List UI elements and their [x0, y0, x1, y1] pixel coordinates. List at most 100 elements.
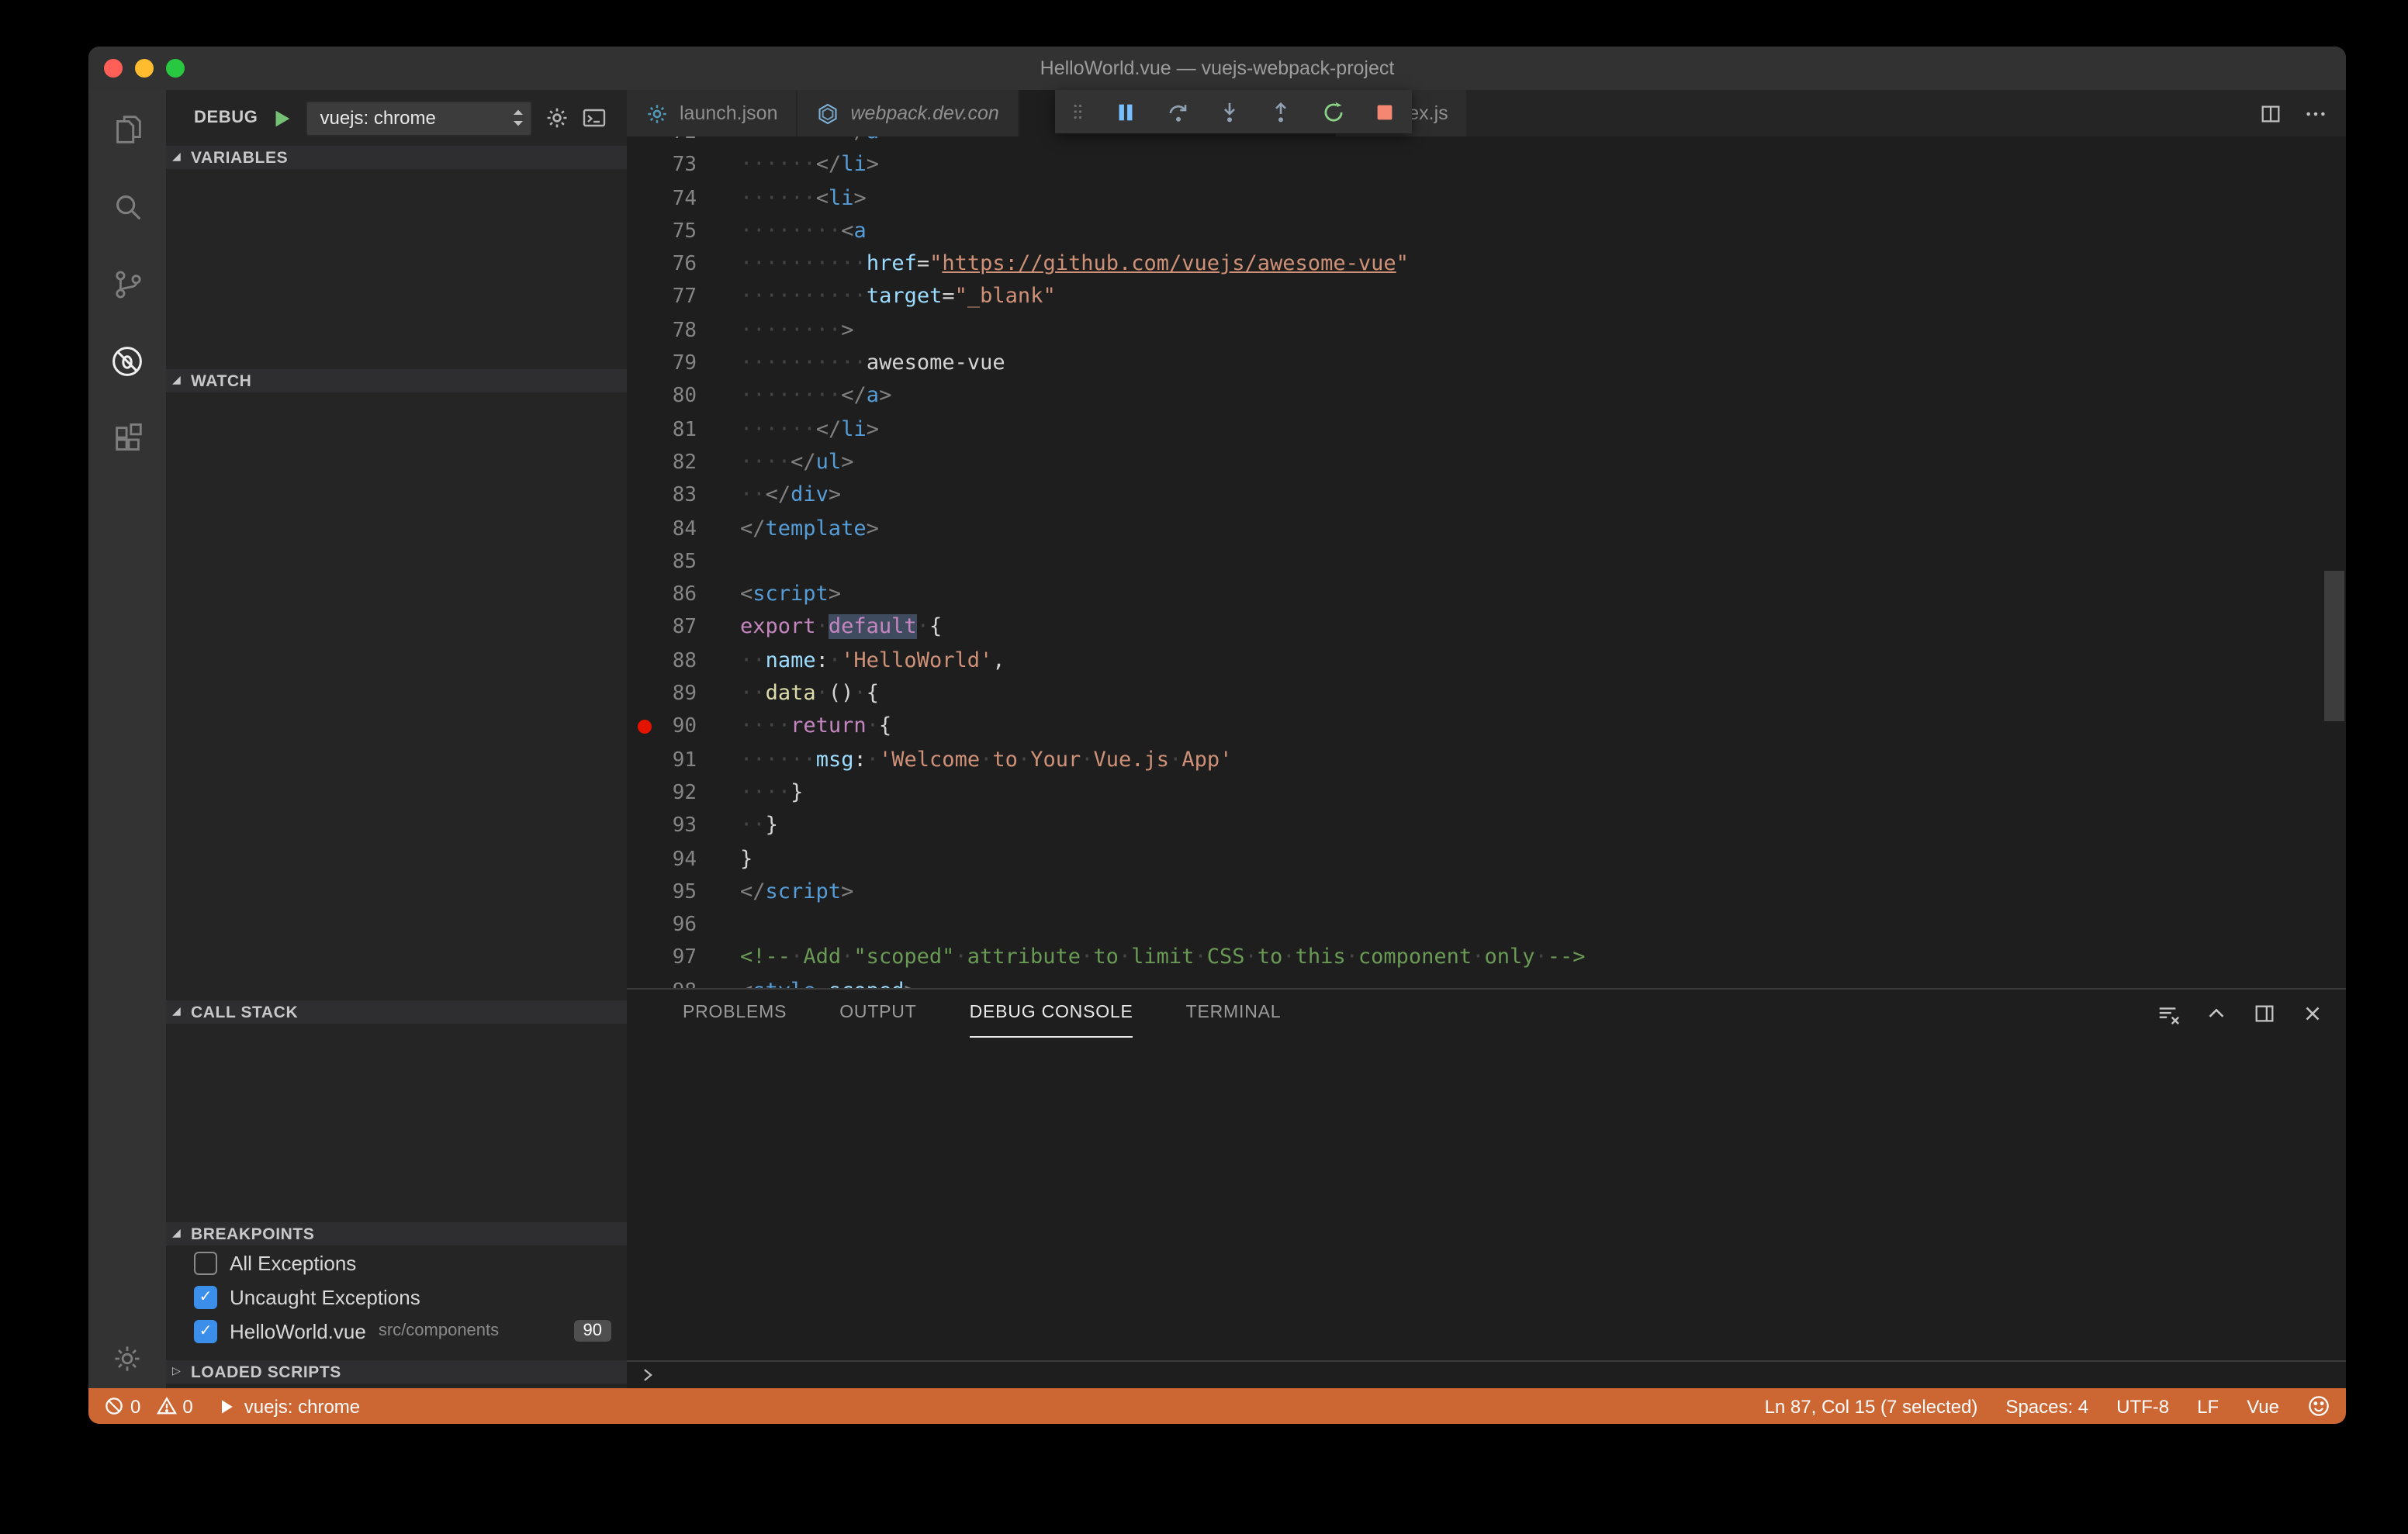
breakpoint-item[interactable]: ✓ Uncaught Exceptions — [166, 1280, 627, 1314]
problems-indicator[interactable]: 0 0 — [104, 1395, 193, 1417]
step-over-icon[interactable] — [1166, 100, 1189, 123]
breakpoint-checkbox[interactable]: ✓ — [194, 1285, 217, 1308]
debug-console-output[interactable] — [627, 1038, 2346, 1362]
line-number[interactable]: 88 — [627, 645, 697, 679]
panel-tab-debug-console[interactable]: DEBUG CONSOLE — [969, 990, 1133, 1038]
cursor-position[interactable]: Ln 87, Col 15 (7 selected) — [1765, 1395, 1978, 1417]
maximize-panel-icon[interactable] — [2205, 1002, 2228, 1025]
loaded-scripts-section-header[interactable]: ▷ LOADED SCRIPTS — [166, 1360, 627, 1384]
code-text[interactable]: </script> — [697, 876, 853, 910]
launch-configuration-dropdown[interactable]: vuejs: chrome — [306, 100, 533, 136]
code-text[interactable]: ····</ul> — [697, 447, 853, 480]
line-number[interactable]: 94 — [627, 843, 697, 876]
tab-launch-json[interactable]: launch.json — [627, 90, 798, 136]
code-text[interactable]: ··········target="_blank" — [697, 282, 1056, 315]
code-text[interactable]: <script> — [697, 579, 841, 612]
code-text[interactable]: ··data·()·{ — [697, 678, 879, 711]
code-text[interactable]: } — [697, 843, 752, 876]
code-text[interactable]: ··········awesome-vue — [697, 347, 1005, 381]
code-text[interactable] — [697, 546, 740, 579]
line-number[interactable]: 84 — [627, 513, 697, 546]
breakpoint-dot[interactable] — [638, 720, 652, 734]
breakpoint-checkbox[interactable]: ✓ — [194, 1319, 217, 1342]
stop-icon[interactable] — [1373, 100, 1396, 123]
pause-icon[interactable] — [1115, 100, 1138, 123]
step-into-icon[interactable] — [1218, 100, 1241, 123]
line-number[interactable]: 85 — [627, 546, 697, 579]
language-mode[interactable]: Vue — [2247, 1395, 2279, 1417]
search-icon[interactable] — [88, 168, 166, 245]
code-text[interactable]: ········</a> — [697, 381, 891, 414]
split-editor-icon[interactable] — [2259, 102, 2282, 125]
code-text[interactable]: ······</li> — [697, 413, 879, 447]
watch-section-body[interactable] — [166, 392, 627, 1000]
line-number[interactable]: 89 — [627, 678, 697, 711]
configure-gear-icon[interactable] — [545, 105, 569, 130]
code-text[interactable]: ··name:·'HelloWorld', — [697, 645, 1005, 679]
step-out-icon[interactable] — [1270, 100, 1293, 123]
line-number[interactable]: 87 — [627, 612, 697, 645]
line-number[interactable]: 90 — [627, 711, 697, 745]
line-number[interactable]: 82 — [627, 447, 697, 480]
code-text[interactable]: ··········href="https://github.com/vuejs… — [697, 248, 1409, 282]
line-number[interactable]: 78 — [627, 315, 697, 348]
call-stack-section-body[interactable] — [166, 1024, 627, 1222]
encoding[interactable]: UTF-8 — [2116, 1395, 2169, 1417]
panel-tab-output[interactable]: OUTPUT — [839, 990, 916, 1038]
code-text[interactable]: ··} — [697, 810, 778, 843]
open-debug-console-icon[interactable] — [582, 105, 607, 130]
panel-tab-terminal[interactable]: TERMINAL — [1186, 990, 1282, 1038]
code-text[interactable]: ····} — [697, 777, 803, 810]
line-number[interactable]: 81 — [627, 413, 697, 447]
code-text[interactable]: <style·scoped> — [697, 975, 917, 988]
line-number[interactable]: 79 — [627, 347, 697, 381]
line-number[interactable]: 77 — [627, 282, 697, 315]
code-text[interactable]: <!--·Add·"scoped"·attribute·to·limit·CSS… — [697, 942, 1586, 976]
editor-scrollbar[interactable] — [2324, 571, 2344, 721]
code-text[interactable]: ······</li> — [697, 150, 879, 183]
watch-section-header[interactable]: ◢ WATCH — [166, 369, 627, 392]
code-text[interactable] — [697, 909, 740, 942]
explorer-icon[interactable] — [88, 90, 166, 168]
line-number[interactable]: 80 — [627, 381, 697, 414]
debug-target[interactable]: vuejs: chrome — [218, 1395, 360, 1417]
code-text[interactable]: ······msg:·'Welcome·to·Your·Vue.js·App' — [697, 744, 1232, 777]
tab-webpack-dev-con[interactable]: webpack.dev.con — [797, 90, 1019, 136]
code-text[interactable]: ········<a — [697, 216, 867, 249]
line-number[interactable]: 96 — [627, 909, 697, 942]
feedback-smiley-icon[interactable] — [2307, 1394, 2330, 1418]
line-number[interactable]: 98 — [627, 975, 697, 988]
line-number[interactable]: 95 — [627, 876, 697, 910]
indent-setting[interactable]: Spaces: 4 — [2005, 1395, 2088, 1417]
breakpoint-item[interactable]: All Exceptions — [166, 1246, 627, 1280]
close-window-button[interactable] — [104, 59, 123, 78]
code-text[interactable]: ····return·{ — [697, 711, 891, 745]
line-number[interactable]: 73 — [627, 150, 697, 183]
code-text[interactable]: </template> — [697, 513, 879, 546]
restart-icon[interactable] — [1321, 100, 1344, 123]
line-number[interactable]: 75 — [627, 216, 697, 249]
line-number[interactable]: 76 — [627, 248, 697, 282]
line-number[interactable]: 91 — [627, 744, 697, 777]
breakpoints-section-header[interactable]: ◢ BREAKPOINTS — [166, 1222, 627, 1246]
debug-icon[interactable] — [88, 323, 166, 400]
code-text[interactable]: ········> — [697, 315, 854, 348]
line-number[interactable]: 93 — [627, 810, 697, 843]
source-control-icon[interactable] — [88, 245, 166, 323]
extensions-icon[interactable] — [88, 400, 166, 478]
zoom-window-button[interactable] — [166, 59, 185, 78]
panel-tab-problems[interactable]: PROBLEMS — [683, 990, 787, 1038]
minimize-window-button[interactable] — [135, 59, 154, 78]
variables-section-header[interactable]: ◢ VARIABLES — [166, 146, 627, 169]
close-panel-icon[interactable] — [2301, 1002, 2324, 1025]
line-number[interactable]: 74 — [627, 182, 697, 216]
split-panel-icon[interactable] — [2253, 1002, 2276, 1025]
code-text[interactable]: ········</a> — [697, 136, 891, 150]
line-number[interactable]: 92 — [627, 777, 697, 810]
code-text[interactable]: ··</div> — [697, 480, 841, 513]
breakpoint-item[interactable]: ✓ HelloWorld.vue src/components 90 — [166, 1314, 627, 1348]
start-debugging-button[interactable] — [270, 106, 293, 130]
drag-handle-icon[interactable] — [1071, 92, 1086, 132]
line-number[interactable]: 86 — [627, 579, 697, 612]
code-text[interactable]: ······<li> — [697, 182, 867, 216]
